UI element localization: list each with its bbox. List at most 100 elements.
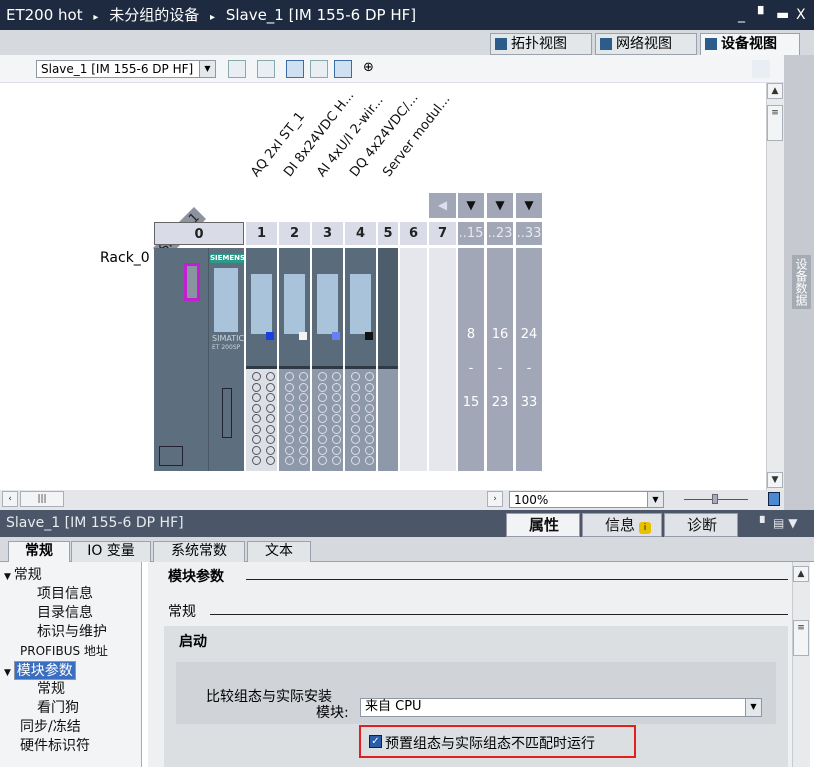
subtab-system-constants[interactable]: 系统常数 [153,541,245,562]
property-scrollbar[interactable]: ▲ ≡ [792,562,810,767]
tab-diagnostics[interactable]: 诊断 [664,513,738,537]
tree-item-general[interactable]: ▼ 常规 [4,566,42,585]
compare-label: 比较组态与实际安装 [206,689,332,705]
scroll-thumb[interactable]: ≡ [793,620,809,656]
terminal-icon [299,372,308,381]
tree-item-identification[interactable]: 标识与维护 [37,623,107,642]
checkbox-label[interactable]: 预置组态与实际组态不匹配时运行 [385,733,595,753]
terminal-icon [318,414,327,423]
terminal-icon [365,424,374,434]
slot-header[interactable]: 6 [400,222,427,245]
tree-item-catalog-info[interactable]: 目录信息 [37,604,93,623]
panel-options-icon[interactable]: ▘ ▤ ▼ [760,510,797,537]
tab-label: 属性 [529,516,560,534]
breadcrumb-group[interactable]: 未分组的设备 [109,6,199,24]
scroll-up-button[interactable]: ▲ [793,566,809,582]
tree-item-general-params[interactable]: 常规 [37,680,65,699]
run-on-mismatch-checkbox[interactable]: ✓ [369,735,382,748]
zoom-select[interactable]: 100% ▼ [509,491,664,508]
subtab-texts[interactable]: 文本 [247,541,311,562]
scroll-down-button[interactable]: ▼ [767,472,783,488]
terminal-icon [266,456,275,465]
terminal-icon [252,424,261,434]
maximize-button[interactable]: ▬ [776,0,789,30]
slot-header[interactable]: 0 [154,222,244,245]
slot-header[interactable]: ..23 [487,222,513,245]
overview-button[interactable] [752,60,770,78]
scroll-thumb[interactable]: ≡ [767,105,783,141]
zoom-slider-handle[interactable] [712,494,718,504]
interface-module[interactable]: SIEMENS SIMATIC ET 200SP [154,248,246,471]
tree-item-watchdog[interactable]: 看门狗 [37,699,79,718]
tab-info[interactable]: 信息 i [582,513,662,537]
subtab-io-tags[interactable]: IO 变量 [71,541,151,562]
tab-label: 网络视图 [616,36,672,52]
breadcrumb-project[interactable]: ET200 hot [6,6,83,24]
close-button[interactable]: X [796,0,806,30]
breadcrumb-device[interactable]: Slave_1 [IM 155-6 DP HF] [226,6,416,24]
title-bar: ET200 hot ▸ 未分组的设备 ▸ Slave_1 [IM 155-6 D… [0,0,814,30]
compare-select-value: 来自 CPU [365,699,422,714]
chevron-down-icon: ▼ [647,492,663,507]
expand-arrow-icon[interactable]: ▼ [458,193,484,218]
slot-header[interactable]: ..15 [458,222,484,245]
add-device-icon[interactable] [6,60,24,78]
subtab-general[interactable]: 常规 [8,541,70,563]
slot-header[interactable]: 1 [246,222,277,245]
inspector-header: Slave_1 [IM 155-6 DP HF] 属性 信息 i 诊断 ▘ ▤ ▼ [0,510,814,537]
horizontal-scroll-thumb[interactable]: ||| [20,491,64,507]
terminal-icon [318,393,327,402]
slot-header[interactable]: 7 [429,222,456,245]
tab-properties[interactable]: 属性 [506,513,580,537]
minimize-button[interactable]: _ [738,0,745,30]
scroll-up-button[interactable]: ▲ [767,83,783,99]
tab-topology-view[interactable]: 拓扑视图 [490,33,592,55]
tree-item-module-params-toggle[interactable]: ▼ 模块参数 [4,661,76,680]
terminal-icon [252,414,261,423]
device-data-tab[interactable]: 设备数据 [792,255,811,309]
scroll-left-button[interactable]: ‹ [2,491,18,507]
compare-select[interactable]: 来自 CPU ▼ [360,698,762,717]
slot-header[interactable]: ..33 [516,222,542,245]
show-labels-button[interactable] [286,60,304,78]
siemens-logo: SIEMENS [210,254,246,263]
expand-arrow-icon[interactable]: ▼ [487,193,513,218]
page-break-button[interactable] [334,60,352,78]
scroll-left-arrow-icon[interactable]: ◀ [429,193,456,218]
tree-item-sync-freeze[interactable]: 同步/冻结 [20,718,81,737]
device-select[interactable]: Slave_1 [IM 155-6 DP HF] ▼ [36,60,216,78]
empty-slot[interactable] [429,248,456,471]
profibus-port[interactable] [184,263,200,301]
highlight-box: ✓ 预置组态与实际组态不匹配时运行 [359,725,636,758]
terminal-icon [285,445,294,455]
tree-item-hw-identifier[interactable]: 硬件标识符 [20,737,90,756]
empty-slot[interactable] [400,248,427,471]
overview-nav-icon[interactable] [768,492,780,506]
slot-header[interactable]: 2 [279,222,310,245]
terminal-icon [365,414,374,423]
slot-header[interactable]: 5 [378,222,398,245]
tree-item-module-params[interactable]: 模块参数 [13,661,76,680]
property-content: 模块参数 常规 启动 比较组态与实际安装 模块: 来自 CPU ▼ ✓ 预置组态与… [148,562,792,767]
slot-header[interactable]: 4 [345,222,376,245]
tab-device-view[interactable]: 设备视图 [700,33,800,55]
fit-width-button[interactable] [228,60,246,78]
device-icon [705,38,717,50]
name-button[interactable] [257,60,275,78]
tree-item-profibus-address[interactable]: PROFIBUS 地址 [20,642,108,661]
tab-network-view[interactable]: 网络视图 [595,33,697,55]
module-server[interactable] [378,248,398,471]
scroll-right-button[interactable]: › [487,491,503,507]
terminal-icon [332,393,341,402]
group-title: 启动 [179,634,207,650]
terminal-icon [332,445,341,455]
tree-item-project-info[interactable]: 项目信息 [37,585,93,604]
grid-button[interactable] [310,60,328,78]
slot-header[interactable]: 3 [312,222,343,245]
breadcrumb-separator: ▸ [210,12,216,23]
vertical-scrollbar[interactable]: ▲ ≡ ▼ [766,83,784,490]
expand-arrow-icon[interactable]: ▼ [516,193,542,218]
zoom-icon[interactable]: ⊕ [363,60,381,78]
restore-button[interactable]: ▘ [758,0,769,30]
terminal-icon [332,403,341,413]
